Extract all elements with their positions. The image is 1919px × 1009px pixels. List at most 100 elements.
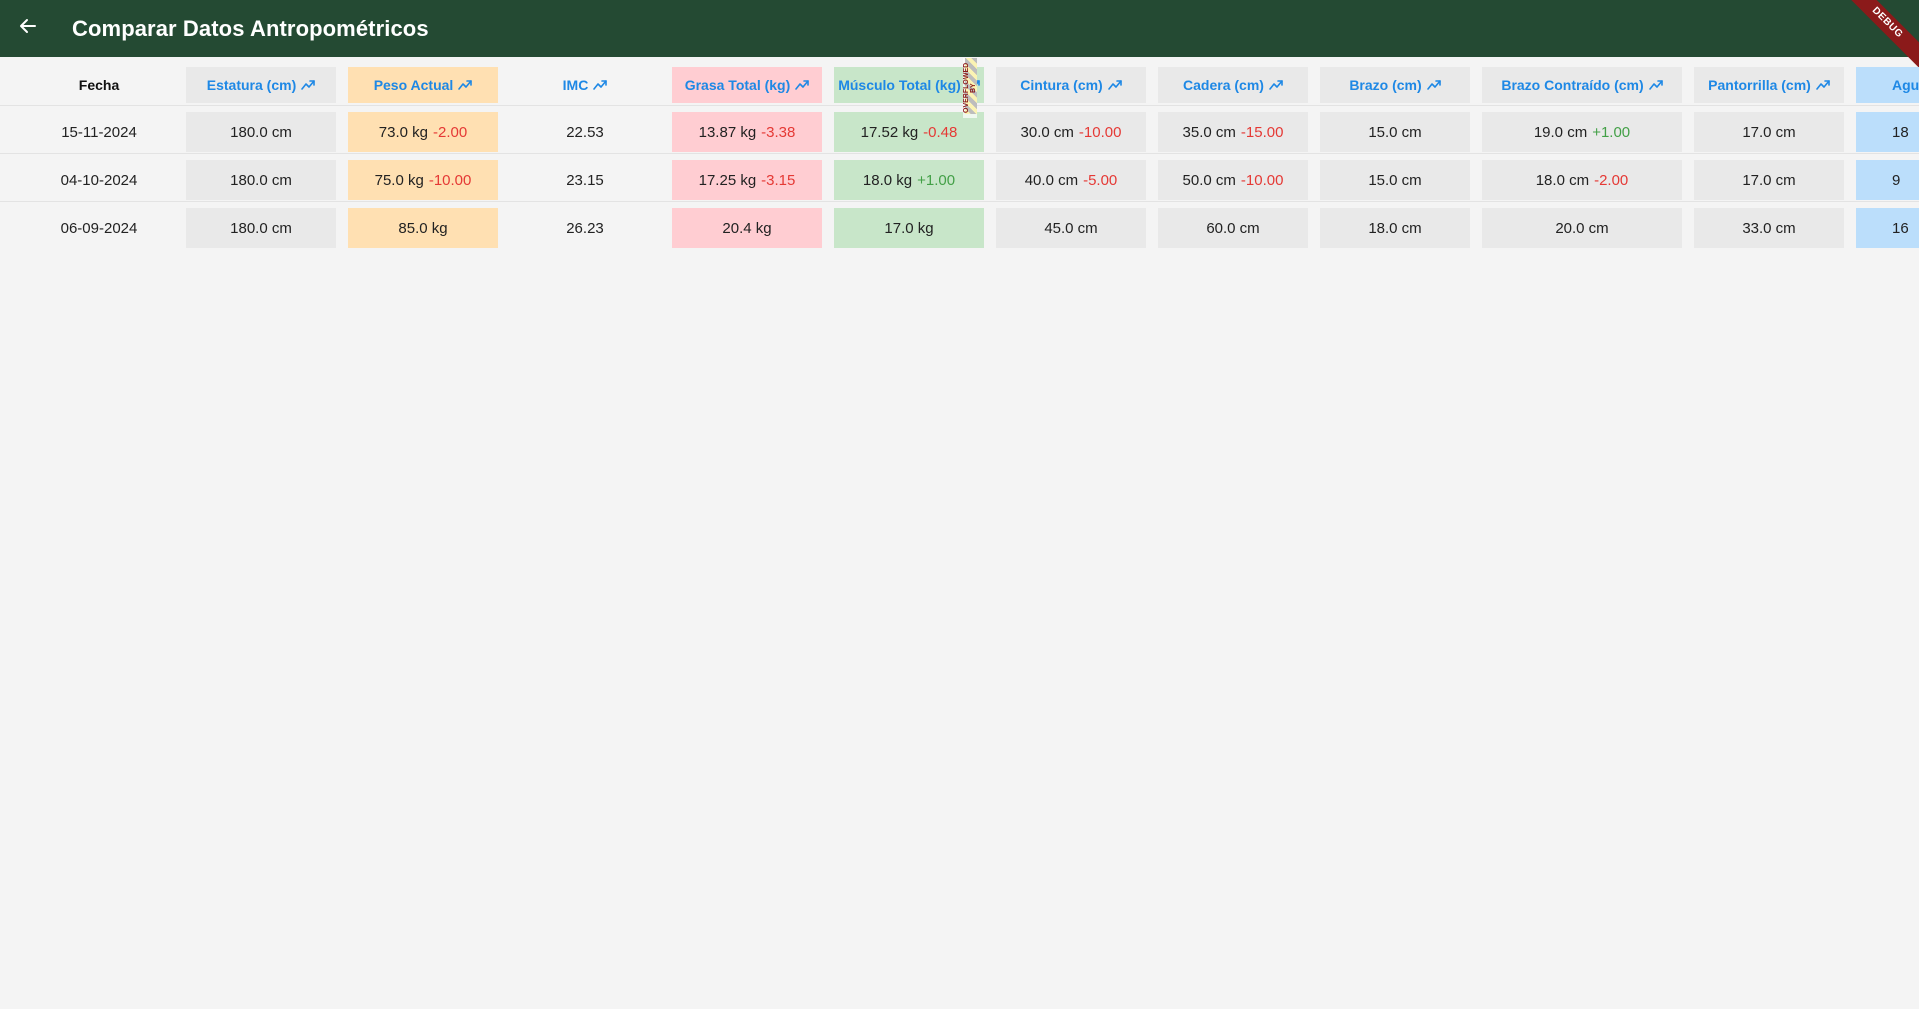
table-header-row: Fecha Estatura (cm) Peso Actual IMC Grasa To… <box>0 57 1919 105</box>
trending-up-icon[interactable] <box>1426 77 1441 93</box>
header-label: Cadera (cm) <box>1183 77 1264 93</box>
cell-value: 19.0 cm <box>1533 123 1588 141</box>
header-pantorrilla[interactable]: Pantorrilla (cm) <box>1694 67 1844 103</box>
overflow-warning-text: OVERFLOWED BY <box>963 58 977 118</box>
cell-value: 180.0 cm <box>230 171 292 189</box>
header-cadera[interactable]: Cadera (cm) <box>1158 67 1308 103</box>
cell-cadera: 60.0 cm <box>1158 208 1308 248</box>
header-imc[interactable]: IMC <box>510 67 660 103</box>
trending-up-icon[interactable] <box>301 77 316 93</box>
header-label: Peso Actual <box>373 77 454 93</box>
trending-up-icon[interactable] <box>458 77 473 93</box>
cell-value: 06-09-2024 <box>60 219 138 237</box>
cell-estatura: 180.0 cm <box>186 160 336 200</box>
cell-agua: 18 <box>1856 112 1919 152</box>
cell-delta: -10.00 <box>428 171 472 189</box>
cell-value: 20.4 kg <box>722 219 772 237</box>
cell-cadera: 35.0 cm -15.00 <box>1158 112 1308 152</box>
header-agua: Agu <box>1856 67 1919 103</box>
header-grasa-total[interactable]: Grasa Total (kg) <box>672 67 822 103</box>
header-label: Brazo (cm) <box>1349 77 1422 93</box>
cell-value: 17.52 kg <box>860 123 919 141</box>
cell-cintura: 40.0 cm -5.00 <box>996 160 1146 200</box>
cell-delta: -10.00 <box>1078 123 1122 141</box>
trending-up-icon[interactable] <box>795 77 810 93</box>
header-cintura[interactable]: Cintura (cm) <box>996 67 1146 103</box>
cell-value: 17.0 kg <box>884 219 934 237</box>
cell-value: 180.0 cm <box>230 123 292 141</box>
cell-peso-actual: 73.0 kg -2.00 <box>348 112 498 152</box>
cell-fecha: 06-09-2024 <box>0 208 198 248</box>
back-button[interactable] <box>12 12 44 44</box>
header-musculo-total[interactable]: Músculo Total (kg) <box>834 67 984 103</box>
cell-delta: -3.38 <box>761 123 796 141</box>
trending-up-icon[interactable] <box>1107 77 1122 93</box>
cell-brazo-contraido: 19.0 cm +1.00 <box>1482 112 1682 152</box>
cell-cintura: 45.0 cm <box>996 208 1146 248</box>
cell-value: 40.0 cm <box>1024 171 1079 189</box>
cell-value: 15-11-2024 <box>61 123 137 141</box>
cell-value: 13.87 kg <box>698 123 757 141</box>
cell-value: 45.0 cm <box>1044 219 1098 237</box>
cell-value: 60.0 cm <box>1206 219 1260 237</box>
header-label: IMC <box>562 77 589 93</box>
cell-estatura: 180.0 cm <box>186 112 336 152</box>
header-label: Fecha <box>78 77 120 93</box>
cell-value: 18.0 cm <box>1368 219 1422 237</box>
trending-up-icon[interactable] <box>1269 77 1283 93</box>
cell-grasa-total: 13.87 kg -3.38 <box>672 112 822 152</box>
cell-value: 33.0 cm <box>1742 219 1796 237</box>
cell-delta: -3.15 <box>761 171 796 189</box>
cell-value: 18.0 kg <box>862 171 913 189</box>
header-brazo-contraido[interactable]: Brazo Contraído (cm) <box>1482 67 1682 103</box>
header-peso-actual[interactable]: Peso Actual <box>348 67 498 103</box>
cell-value: 30.0 cm <box>1020 123 1074 141</box>
cell-value: 18 <box>1892 123 1909 141</box>
cell-brazo: 15.0 cm <box>1320 160 1470 200</box>
cell-imc: 26.23 <box>510 208 660 248</box>
cell-imc: 22.53 <box>510 112 660 152</box>
page-title: Comparar Datos Antropométricos <box>72 16 429 41</box>
arrow-back-icon <box>18 16 38 41</box>
cell-agua: 16 <box>1856 208 1919 248</box>
cell-value: 23.15 <box>566 171 604 189</box>
cell-fecha: 15-11-2024 <box>0 112 198 152</box>
trending-up-icon[interactable] <box>1648 77 1663 93</box>
cell-grasa-total: 20.4 kg <box>672 208 822 248</box>
cell-value: 17.0 cm <box>1742 123 1796 141</box>
cell-value: 16 <box>1892 219 1909 237</box>
table-row: 06-09-2024 180.0 cm 85.0 kg 26.23 20.4 kg 17.… <box>0 201 1919 249</box>
header-label: Cintura (cm) <box>1020 77 1103 93</box>
header-label: Músculo Total (kg) <box>838 77 961 93</box>
cell-cadera: 50.0 cm -10.00 <box>1158 160 1308 200</box>
cell-value: 26.23 <box>566 219 604 237</box>
header-estatura[interactable]: Estatura (cm) <box>186 67 336 103</box>
header-label: Estatura (cm) <box>206 77 297 93</box>
cell-value: 17.25 kg <box>698 171 757 189</box>
cell-value: 35.0 cm <box>1182 123 1236 141</box>
cell-imc: 23.15 <box>510 160 660 200</box>
cell-agua: 9 <box>1856 160 1919 200</box>
trending-up-icon[interactable] <box>1816 77 1830 93</box>
cell-value: 04-10-2024 <box>60 171 138 189</box>
comparison-table: Fecha Estatura (cm) Peso Actual IMC Grasa To… <box>0 57 1919 249</box>
cell-grasa-total: 17.25 kg -3.15 <box>672 160 822 200</box>
cell-pantorrilla: 17.0 cm <box>1694 112 1844 152</box>
cell-delta: -2.00 <box>1594 171 1629 189</box>
cell-delta: -5.00 <box>1083 171 1118 189</box>
cell-estatura: 180.0 cm <box>186 208 336 248</box>
cell-delta: -2.00 <box>433 123 468 141</box>
cell-value: 15.0 cm <box>1368 171 1422 189</box>
cell-delta: -15.00 <box>1240 123 1284 141</box>
cell-fecha: 04-10-2024 <box>0 160 198 200</box>
cell-value: 9 <box>1892 171 1901 189</box>
cell-value: 20.0 cm <box>1555 219 1609 237</box>
cell-musculo-total: 18.0 kg +1.00 <box>834 160 984 200</box>
cell-value: 180.0 cm <box>230 219 292 237</box>
trending-up-icon[interactable] <box>593 77 608 93</box>
cell-brazo-contraido: 18.0 cm -2.00 <box>1482 160 1682 200</box>
cell-value: 22.53 <box>566 123 604 141</box>
cell-value: 73.0 kg <box>378 123 428 141</box>
cell-delta: +1.00 <box>917 171 956 189</box>
header-brazo[interactable]: Brazo (cm) <box>1320 67 1470 103</box>
